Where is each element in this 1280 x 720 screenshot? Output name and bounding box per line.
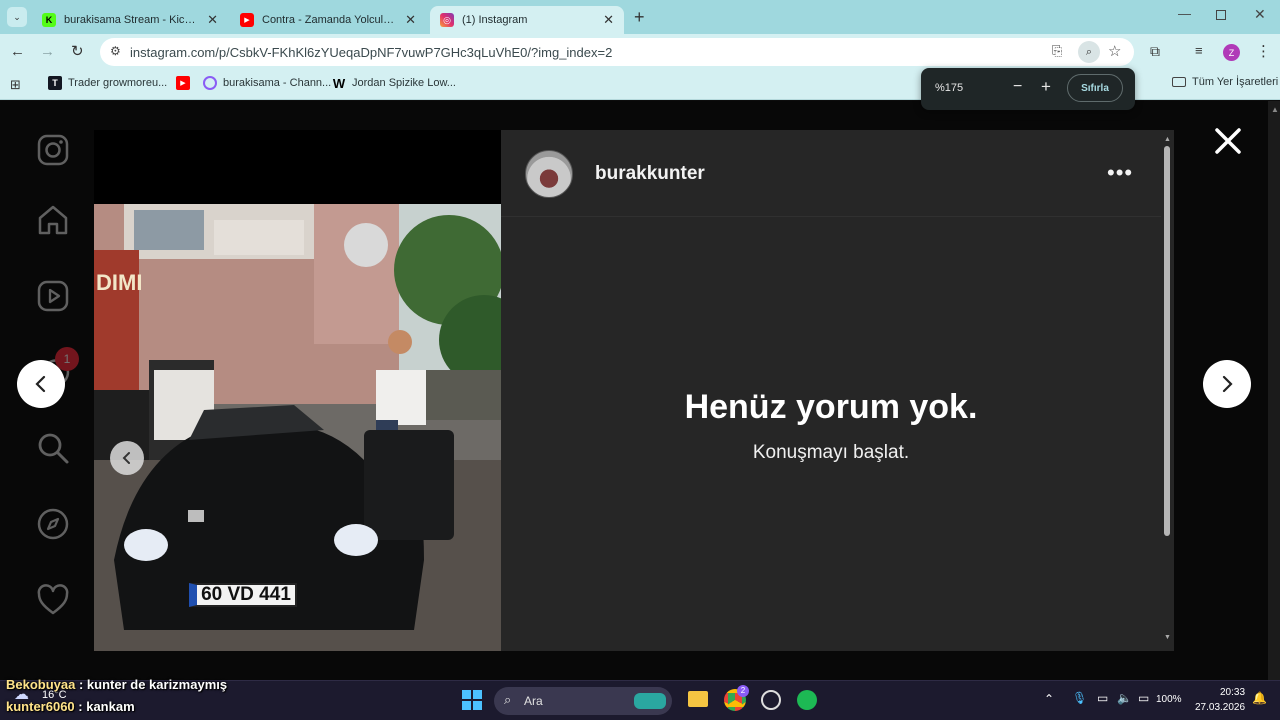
restore-button[interactable]	[1216, 10, 1226, 20]
network-icon[interactable]: ▭	[1097, 691, 1108, 705]
post-username[interactable]: burakkunter	[595, 163, 705, 185]
close-icon[interactable]	[1212, 125, 1244, 157]
chevron-left-icon	[122, 452, 130, 464]
tab-strip: ⌄ K burakisama Stream - Kick Dashb ✕ ▶ C…	[0, 0, 1280, 34]
bookmark-trader[interactable]: T Trader growmoreu...	[48, 76, 167, 90]
previous-post-button[interactable]	[17, 360, 65, 408]
toolbar: ← → ↻ ⚙ instagram.com/p/CsbkV-FKhKl6zYUe…	[0, 34, 1280, 70]
tab-instagram[interactable]: ◎ (1) Instagram ✕	[430, 6, 624, 34]
battery-icon[interactable]: ▭	[1138, 691, 1149, 705]
instagram-page: 1 ▲ DIMI	[0, 101, 1280, 680]
bookmark-jordan[interactable]: W Jordan Spizike Low...	[332, 75, 456, 91]
tab-close-icon[interactable]: ✕	[207, 12, 218, 28]
zoom-icon[interactable]: ⌕	[1078, 41, 1100, 63]
stream-chat-overlay: Bekobuyaa : kunter de karizmaymış kunter…	[6, 674, 227, 718]
w-icon: W	[332, 75, 346, 91]
channel-icon	[203, 76, 217, 90]
car-photo-image: DIMI	[94, 130, 501, 651]
clock-date[interactable]: 27.03.2026	[1195, 702, 1245, 713]
microphone-icon[interactable]: 🎙	[1072, 691, 1087, 705]
taskbar-search[interactable]: ⌕ Ara	[494, 687, 672, 715]
spotify-icon[interactable]	[797, 690, 817, 710]
clock-time[interactable]: 20:33	[1220, 687, 1245, 698]
profile-avatar[interactable]: Z	[1223, 44, 1240, 61]
minimize-button[interactable]: —	[1178, 6, 1191, 21]
bookmark-youtube[interactable]: ▶	[176, 76, 196, 90]
chevron-up-icon[interactable]: ⌃	[1044, 692, 1054, 706]
reload-icon[interactable]: ↻	[71, 42, 84, 60]
tab-close-icon[interactable]: ✕	[405, 12, 416, 28]
all-bookmarks[interactable]: Tüm Yer İşaretleri	[1172, 76, 1278, 88]
search-icon: ⌕	[504, 692, 512, 707]
zoom-in-button[interactable]: +	[1041, 77, 1051, 97]
back-icon[interactable]: ←	[10, 43, 25, 60]
svg-text:DIMI: DIMI	[96, 270, 142, 295]
carousel-prev-button[interactable]	[110, 441, 144, 475]
next-post-button[interactable]	[1203, 360, 1251, 408]
zoom-popup: %175 − + Sıfırla	[921, 68, 1135, 110]
apps-icon[interactable]: ⊞	[10, 77, 21, 93]
address-input[interactable]: ⚙ instagram.com/p/CsbkV-FKhKl6zYUeqaDpNF…	[100, 38, 1134, 66]
tab-youtube[interactable]: ▶ Contra - Zamanda Yolculuk - Yo ✕	[230, 6, 426, 34]
extensions-icon[interactable]: ⧉	[1150, 43, 1160, 60]
more-options-icon[interactable]: •••	[1107, 160, 1133, 186]
chat-message: Bekobuyaa : kunter de karizmaymış	[6, 677, 228, 692]
youtube-icon: ▶	[176, 76, 190, 90]
zoom-out-button[interactable]: −	[1013, 78, 1022, 96]
obs-icon[interactable]	[761, 690, 781, 710]
file-explorer-icon[interactable]	[688, 691, 708, 707]
notification-icon[interactable]: 🔔	[1252, 691, 1267, 705]
tab-kick[interactable]: K burakisama Stream - Kick Dashb ✕	[32, 6, 228, 34]
search-highlight-image	[634, 693, 666, 709]
tab-search-button[interactable]: ⌄	[7, 7, 27, 27]
start-conversation-text: Konuşmayı başlat.	[752, 442, 910, 463]
zoom-reset-button[interactable]: Sıfırla	[1067, 74, 1123, 102]
tab-close-icon[interactable]: ✕	[603, 12, 614, 28]
tab-label: burakisama Stream - Kick Dashb	[64, 14, 199, 26]
license-plate: 60 VD 441	[189, 583, 297, 607]
no-comments-title: Henüz yorum yok.	[684, 388, 978, 426]
install-app-icon[interactable]: ⎘	[1052, 43, 1062, 59]
avatar[interactable]	[525, 150, 573, 198]
folder-icon	[1172, 77, 1186, 87]
post-details-panel: burakkunter ••• Henüz yorum yok. Konuşma…	[501, 130, 1174, 651]
bookmark-star-icon[interactable]: ☆	[1108, 42, 1121, 60]
chrome-badge: 2	[737, 685, 749, 697]
tradingview-icon: T	[48, 76, 62, 90]
chevron-right-icon	[1222, 375, 1233, 393]
forward-icon[interactable]: →	[40, 43, 55, 60]
tab-label: Contra - Zamanda Yolculuk - Yo	[262, 14, 397, 26]
comments-scrollbar[interactable]: ▲ ▼	[1163, 136, 1171, 644]
chevron-left-icon	[35, 375, 46, 393]
post-photo[interactable]: DIMI 60 VD 441	[94, 130, 501, 651]
zoom-level: %175	[935, 82, 964, 94]
battery-percent: 100%	[1156, 694, 1182, 705]
start-button[interactable]	[462, 690, 482, 710]
new-tab-button[interactable]: +	[634, 7, 645, 28]
youtube-icon: ▶	[240, 13, 254, 27]
tab-label: (1) Instagram	[462, 14, 528, 26]
kick-icon: K	[42, 13, 56, 27]
chat-message: kunter6060 : kankam	[6, 699, 135, 714]
instagram-icon: ◎	[440, 13, 454, 27]
site-info-icon[interactable]: ⚙	[110, 44, 121, 58]
media-control-icon[interactable]: ≡	[1195, 43, 1203, 58]
url-text: instagram.com/p/CsbkV-FKhKl6zYUeqaDpNF7v…	[130, 44, 613, 60]
bookmark-burakisama[interactable]: burakisama - Chann...	[203, 76, 331, 90]
header-divider	[501, 216, 1161, 217]
page-scrollbar[interactable]: ▲	[1268, 101, 1280, 680]
volume-icon[interactable]: 🔈	[1117, 691, 1132, 705]
menu-icon[interactable]: ⋮	[1256, 42, 1271, 60]
close-window-button[interactable]: ✕	[1254, 6, 1266, 23]
